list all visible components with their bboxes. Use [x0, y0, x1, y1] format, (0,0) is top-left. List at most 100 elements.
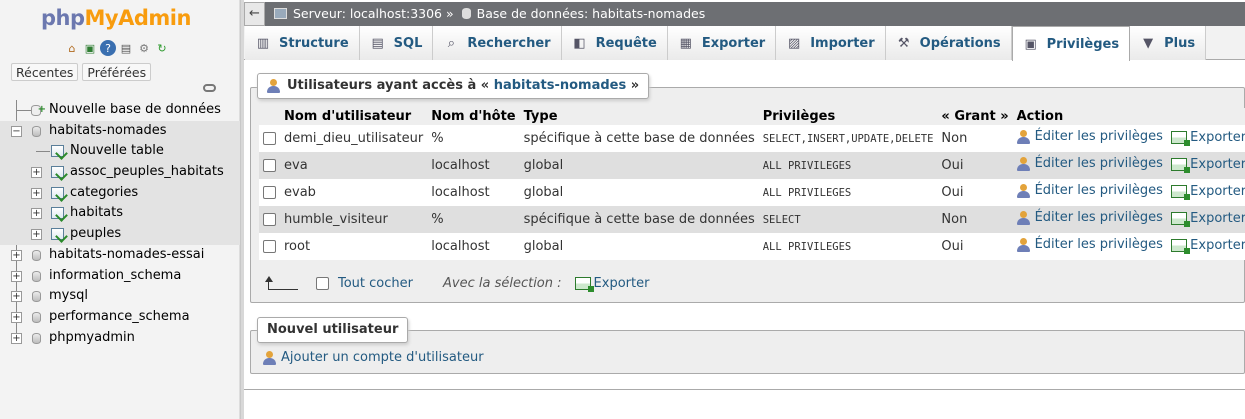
- navigation-panel: phpMyAdmin ⌂ ▣ ? ▤ ⚙ ↻ Récentes Préférée…: [0, 0, 240, 419]
- tab-structure[interactable]: ▥ Structure: [245, 26, 360, 60]
- export-user-link[interactable]: Exporter: [1171, 130, 1245, 146]
- database-link[interactable]: habitats-nomades: [494, 78, 627, 93]
- cell-privileges: ALL PRIVILEGES: [758, 152, 938, 179]
- tree-item-new-table[interactable]: Nouvelle table: [0, 141, 240, 163]
- row-checkbox[interactable]: [263, 186, 276, 199]
- favorites-tab[interactable]: Préférées: [82, 63, 152, 81]
- user-edit-icon: [1016, 237, 1032, 252]
- expand-icon[interactable]: +: [31, 208, 42, 220]
- tab-export[interactable]: ▦ Exporter: [667, 26, 777, 60]
- tree-item-table[interactable]: + habitats: [0, 203, 240, 225]
- back-arrow-icon[interactable]: ←: [244, 2, 265, 26]
- edit-privileges-link[interactable]: Éditer les privilèges: [1016, 129, 1163, 144]
- tree-item-database[interactable]: + phpmyadmin: [0, 328, 240, 349]
- cell-type: spécifique à cette base de données: [519, 125, 759, 152]
- expand-icon[interactable]: +: [31, 229, 42, 241]
- table-row: demi_dieu_utilisateur % spécifique à cet…: [259, 125, 1245, 152]
- edit-privileges-link[interactable]: Éditer les privilèges: [1016, 237, 1163, 252]
- with-selected-label: Avec la sélection :: [443, 276, 562, 291]
- edit-privileges-link[interactable]: Éditer les privilèges: [1016, 210, 1163, 225]
- check-all-link[interactable]: Tout cocher: [338, 276, 413, 291]
- expand-icon[interactable]: +: [11, 270, 22, 282]
- exit-icon[interactable]: ▣: [82, 40, 98, 56]
- export-icon: [1171, 157, 1191, 173]
- export-selected-button[interactable]: Exporter: [574, 276, 649, 292]
- cell-username: humble_visiteur: [280, 206, 428, 233]
- tab-sql[interactable]: ▤ SQL: [359, 26, 434, 60]
- database-icon: [32, 332, 41, 344]
- expand-icon[interactable]: +: [11, 332, 22, 344]
- phpmyadmin-logo[interactable]: phpMyAdmin: [41, 6, 191, 30]
- expand-icon[interactable]: +: [11, 249, 22, 261]
- breadcrumb-server[interactable]: Serveur: localhost:3306: [293, 6, 442, 21]
- docs-icon[interactable]: ▤: [118, 40, 134, 56]
- add-user-account-link[interactable]: Ajouter un compte d'utilisateur: [263, 350, 484, 365]
- export-user-link[interactable]: Exporter: [1171, 184, 1245, 200]
- chevron-down-icon: ▼: [1143, 35, 1154, 51]
- link-icon[interactable]: [203, 84, 216, 92]
- cell-grant: Oui: [937, 233, 1013, 260]
- tree-item-database[interactable]: + mysql: [0, 286, 240, 307]
- table-row: root localhost global ALL PRIVILEGES Oui…: [259, 233, 1245, 260]
- collapse-icon[interactable]: −: [11, 125, 22, 137]
- expand-icon[interactable]: +: [11, 291, 22, 303]
- cell-type: global: [519, 233, 759, 260]
- tree-item-database[interactable]: + information_schema: [0, 266, 240, 287]
- tree-item-habitats-nomades[interactable]: − habitats-nomades: [0, 120, 240, 142]
- help-icon[interactable]: ?: [100, 40, 116, 56]
- tab-import[interactable]: ▨ Importer: [776, 26, 886, 60]
- column-header-action: Action: [1012, 108, 1245, 125]
- selection-row: Tout cocher Avec la sélection : Exporter: [265, 275, 649, 292]
- tree-item-database[interactable]: + performance_schema: [0, 307, 240, 328]
- export-user-link[interactable]: Exporter: [1171, 157, 1245, 173]
- tree-item-table[interactable]: + peuples: [0, 224, 240, 245]
- panel-resizer[interactable]: [240, 0, 244, 419]
- breadcrumb-database[interactable]: Base de données: habitats-nomades: [477, 6, 706, 21]
- expand-icon[interactable]: +: [31, 167, 42, 179]
- tree-item-new-database[interactable]: Nouvelle base de données: [0, 100, 240, 121]
- user-icon: [267, 79, 282, 93]
- tab-query[interactable]: ◧ Requête: [561, 26, 668, 60]
- recent-tab[interactable]: Récentes: [11, 63, 79, 81]
- home-icon[interactable]: ⌂: [64, 40, 80, 56]
- column-header-host[interactable]: Nom d'hôte: [427, 108, 520, 125]
- row-checkbox[interactable]: [263, 240, 276, 253]
- add-user-icon: [263, 350, 278, 365]
- new-database-icon: [31, 100, 46, 121]
- users-legend: Utilisateurs ayant accès à « habitats-no…: [257, 73, 650, 99]
- database-icon: [32, 311, 41, 323]
- column-header-grant: « Grant »: [937, 108, 1013, 125]
- tab-operations[interactable]: ⚒ Opérations: [885, 26, 1012, 60]
- users-table: Nom d'utilisateur Nom d'hôte Type Privil…: [259, 108, 1245, 260]
- row-checkbox[interactable]: [263, 159, 276, 172]
- expand-icon[interactable]: +: [31, 187, 42, 199]
- export-icon: [1171, 238, 1191, 254]
- tree-item-table[interactable]: + categories: [0, 182, 240, 204]
- column-header-username[interactable]: Nom d'utilisateur: [280, 108, 428, 125]
- settings-icon[interactable]: ⚙: [136, 40, 152, 56]
- row-checkbox[interactable]: [263, 213, 276, 226]
- export-user-link[interactable]: Exporter: [1171, 211, 1245, 227]
- arrow-up-icon: [265, 275, 298, 290]
- expand-icon[interactable]: +: [11, 311, 22, 323]
- cell-username: demi_dieu_utilisateur: [280, 125, 428, 152]
- user-edit-icon: [1016, 156, 1032, 171]
- table-row: eva localhost global ALL PRIVILEGES Oui …: [259, 152, 1245, 179]
- check-all-checkbox[interactable]: [316, 277, 329, 290]
- tree-item-table[interactable]: + assoc_peuples_habitats: [0, 162, 240, 183]
- database-icon: [32, 125, 41, 137]
- database-icon: [32, 291, 41, 303]
- new-user-legend: Nouvel utilisateur: [257, 317, 409, 343]
- breadcrumb-separator: »: [446, 6, 454, 21]
- cell-privileges: SELECT: [758, 206, 938, 233]
- tab-privileges[interactable]: ▣ Privilèges: [1011, 26, 1131, 61]
- tree-item-database[interactable]: + habitats-nomades-essai: [0, 245, 240, 266]
- tab-more[interactable]: ▼ Plus: [1130, 26, 1207, 60]
- export-user-link[interactable]: Exporter: [1171, 238, 1245, 254]
- edit-privileges-link[interactable]: Éditer les privilèges: [1016, 183, 1163, 198]
- wrench-icon: ⚒: [897, 35, 910, 51]
- edit-privileges-link[interactable]: Éditer les privilèges: [1016, 156, 1163, 171]
- row-checkbox[interactable]: [263, 132, 276, 145]
- reload-icon[interactable]: ↻: [154, 40, 170, 56]
- tab-search[interactable]: ⌕ Rechercher: [433, 26, 562, 60]
